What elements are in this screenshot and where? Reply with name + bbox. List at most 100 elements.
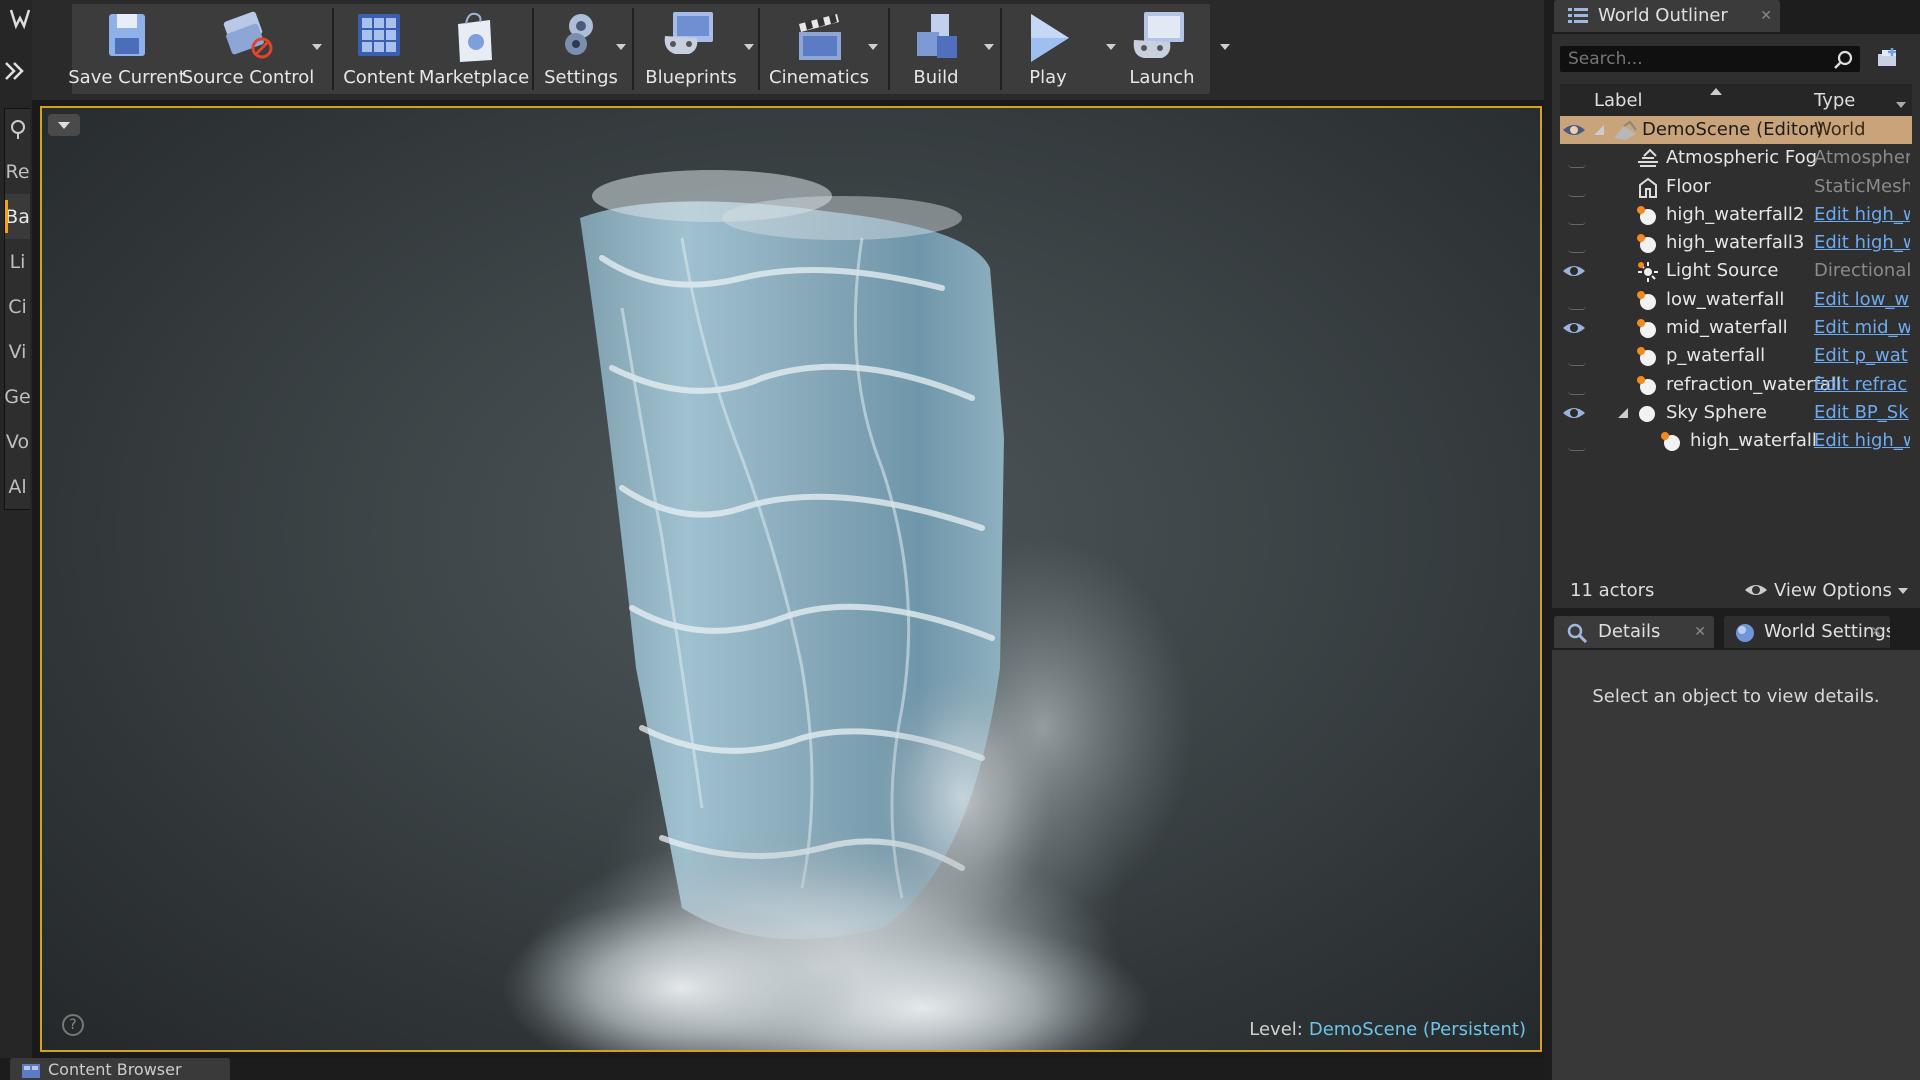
visibility-hidden-icon[interactable] xyxy=(1568,164,1586,169)
toolbar-separator xyxy=(758,8,760,90)
edit-asset-link[interactable]: Edit high_w xyxy=(1814,232,1910,253)
outliner-row[interactable]: high_waterfall3 Edit high_w xyxy=(1560,229,1912,257)
visibility-hidden-icon[interactable] xyxy=(1568,306,1586,310)
level-viewport[interactable]: ? Level: DemoScene (Persistent) xyxy=(40,106,1542,1052)
help-icon[interactable]: ? xyxy=(62,1014,84,1036)
visibility-hidden-icon[interactable] xyxy=(1568,249,1586,254)
edit-asset-link[interactable]: Edit high_w xyxy=(1814,430,1910,451)
cinematics-dropdown-icon[interactable] xyxy=(868,44,878,50)
outliner-row[interactable]: low_waterfall Edit low_w xyxy=(1560,286,1912,314)
mode-tab-label: Al xyxy=(8,475,27,498)
outliner-row[interactable]: Light Source Directional xyxy=(1560,257,1912,285)
content-browser-tab[interactable]: Content Browser xyxy=(10,1058,230,1080)
edit-asset-link[interactable]: Edit mid_w xyxy=(1814,317,1910,338)
visibility-eye-icon[interactable] xyxy=(1562,263,1586,284)
search-icon[interactable] xyxy=(1834,50,1854,70)
toolbar-area: Save Current Source Control Content Mark… xyxy=(32,0,1544,100)
mode-tab-geometry[interactable]: Ge xyxy=(5,374,30,419)
create-folder-icon[interactable] xyxy=(1874,46,1900,70)
visibility-hidden-icon[interactable] xyxy=(1568,447,1586,452)
mode-tab-cinematic[interactable]: Ci xyxy=(5,284,30,329)
view-options-label: View Options xyxy=(1774,580,1892,601)
visibility-eye-icon[interactable] xyxy=(1562,405,1586,426)
visibility-hidden-icon[interactable] xyxy=(1568,362,1586,367)
outliner-row[interactable]: mid_waterfall Edit mid_w xyxy=(1560,314,1912,342)
actor-label: high_waterfall3 xyxy=(1666,232,1805,254)
mode-tab-visual-effects[interactable]: Vi xyxy=(5,329,30,374)
outliner-row[interactable]: Sky Sphere Edit BP_Sk xyxy=(1560,399,1912,427)
place-mode-tabs: Re Ba Li Ci Vi Ge Vo Al xyxy=(4,108,30,510)
mode-tab-all-classes[interactable]: Al xyxy=(5,464,30,509)
settings-dropdown-icon[interactable] xyxy=(616,44,626,50)
save-icon xyxy=(109,14,145,56)
column-dropdown-icon[interactable] xyxy=(1896,102,1906,108)
world-settings-tab[interactable]: World Settings ✕ xyxy=(1724,616,1890,648)
mode-tab-volumes[interactable]: Vo xyxy=(5,419,30,464)
outliner-row[interactable]: high_waterfall Edit high_w xyxy=(1560,427,1912,455)
visibility-hidden-icon[interactable] xyxy=(1568,391,1586,395)
expand-arrow-icon[interactable] xyxy=(1618,407,1628,418)
close-icon[interactable]: ✕ xyxy=(1870,616,1882,648)
outliner-row[interactable]: DemoScene (Editor) World xyxy=(1560,116,1912,147)
close-icon[interactable]: ✕ xyxy=(1694,616,1706,648)
sort-ascending-icon xyxy=(1710,88,1722,95)
visibility-eye-icon[interactable] xyxy=(1562,320,1586,341)
launch-button[interactable]: Launch xyxy=(1114,4,1230,94)
emitter-icon xyxy=(1636,318,1658,345)
build-dropdown-icon[interactable] xyxy=(984,44,994,50)
outliner-row[interactable]: p_waterfall Edit p_wat xyxy=(1560,342,1912,370)
visibility-eye-icon[interactable] xyxy=(1562,122,1586,143)
viewport-options-menu-button[interactable] xyxy=(48,114,80,136)
details-tab[interactable]: Details ✕ xyxy=(1554,616,1714,648)
settings-gear-icon xyxy=(565,14,593,55)
settings-button[interactable]: Settings xyxy=(538,4,626,94)
outliner-row[interactable]: high_waterfall2 Edit high_w xyxy=(1560,201,1912,229)
expand-panel-icon[interactable] xyxy=(2,58,28,84)
save-current-button[interactable]: Save Current xyxy=(68,4,186,94)
actor-type-label: Atmospheric xyxy=(1814,147,1910,169)
mode-tab-label: Re xyxy=(5,160,30,183)
mode-tab-basic[interactable]: Ba xyxy=(5,194,30,239)
edit-asset-link[interactable]: Edit high_w xyxy=(1814,204,1910,225)
edit-asset-link[interactable]: Edit refrac xyxy=(1814,374,1910,395)
type-column-header[interactable]: Type xyxy=(1814,90,1855,111)
label-column-header[interactable]: Label xyxy=(1594,90,1643,111)
world-icon xyxy=(1612,120,1638,147)
visibility-hidden-icon[interactable] xyxy=(1568,221,1586,225)
source-control-button[interactable]: Source Control xyxy=(182,4,322,94)
source-control-dropdown-icon[interactable] xyxy=(312,44,322,50)
edit-asset-link[interactable]: Edit BP_Sk xyxy=(1814,402,1910,423)
actor-label: low_waterfall xyxy=(1666,288,1785,310)
cinematics-button[interactable]: Cinematics xyxy=(764,4,878,94)
mode-tab-label: Vi xyxy=(8,340,27,363)
mode-tab-recent[interactable]: Re xyxy=(5,149,30,194)
mode-tab-lights[interactable]: Li xyxy=(5,239,30,284)
sphere-icon xyxy=(1636,403,1658,430)
outliner-row[interactable]: Atmospheric FogAtmospheric xyxy=(1560,144,1912,172)
blueprints-dropdown-icon[interactable] xyxy=(744,44,754,50)
unreal-logo-icon[interactable] xyxy=(8,4,32,32)
expand-arrow-icon[interactable] xyxy=(1594,125,1604,135)
launch-label: Launch xyxy=(1129,67,1195,88)
content-browser-icon xyxy=(22,1064,40,1078)
outliner-row[interactable]: Floor StaticMesh xyxy=(1560,173,1912,201)
content-button[interactable]: Content xyxy=(338,4,420,94)
emitter-icon xyxy=(1636,205,1658,232)
launch-dropdown-icon[interactable] xyxy=(1220,44,1230,50)
visibility-hidden-icon[interactable] xyxy=(1568,193,1586,197)
mode-search-tab[interactable] xyxy=(5,109,30,149)
emitter-icon xyxy=(1636,346,1658,373)
outliner-column-header: Label Type xyxy=(1560,84,1912,116)
outliner-row[interactable]: refraction_waterfall Edit refrac xyxy=(1560,371,1912,399)
close-icon[interactable]: ✕ xyxy=(1760,0,1772,32)
edit-asset-link[interactable]: Edit p_wat xyxy=(1814,345,1910,366)
actor-label: Floor xyxy=(1666,175,1711,197)
world-outliner-tab[interactable]: World Outliner ✕ xyxy=(1554,0,1780,32)
blueprints-button[interactable]: Blueprints xyxy=(638,4,754,94)
play-button[interactable]: Play xyxy=(1006,4,1116,94)
build-button[interactable]: Build xyxy=(894,4,994,94)
marketplace-button[interactable]: Marketplace xyxy=(419,4,529,94)
view-options-button[interactable]: View Options xyxy=(1744,580,1908,601)
edit-asset-link[interactable]: Edit low_w xyxy=(1814,289,1910,310)
outliner-search-input[interactable] xyxy=(1560,46,1860,72)
